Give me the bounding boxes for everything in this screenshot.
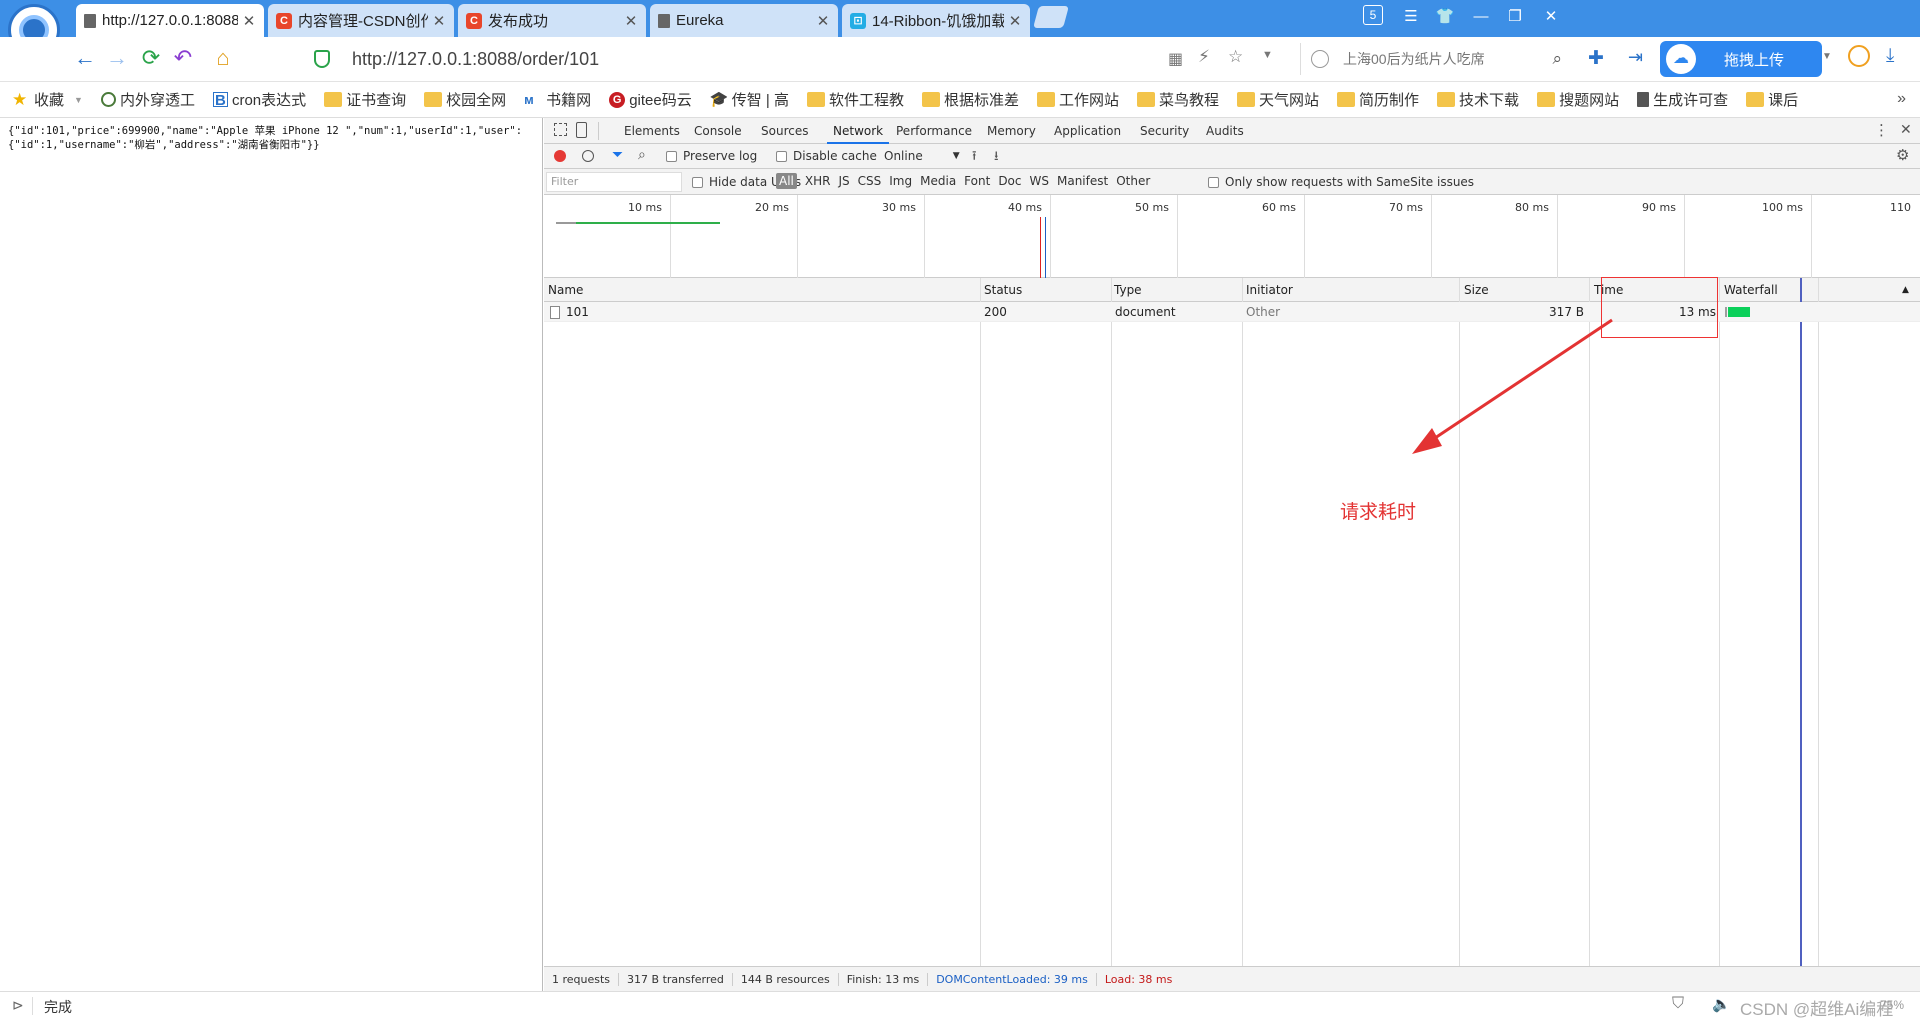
annotation-arrow-head [1412,428,1442,454]
annotation-arrow-line [1425,318,1613,446]
annotation-label: 请求耗时 [1340,501,1417,523]
annotation-arrow [1412,318,1613,454]
